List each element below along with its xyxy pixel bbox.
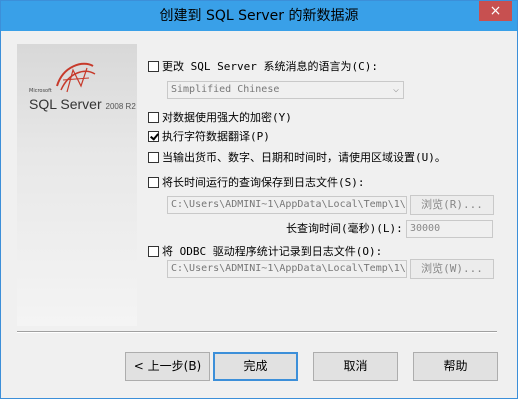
char-translation-checkbox[interactable] xyxy=(148,131,159,142)
window-title: 创建到 SQL Server 的新数据源 xyxy=(159,8,359,24)
log-odbc-stats-label: 将 ODBC 驱动程序统计记录到日志文件(O): xyxy=(162,245,383,258)
long-query-time-field[interactable]: 30000 xyxy=(406,220,493,238)
strong-encryption-label: 对数据使用强大的加密(Y) xyxy=(162,111,292,124)
save-long-queries-option[interactable]: 将长时间运行的查询保存到日志文件(S): xyxy=(148,174,365,192)
finish-button[interactable]: 完成 xyxy=(213,352,298,381)
long-query-time-label: 长查询时间(毫秒)(L): xyxy=(286,222,403,235)
language-select[interactable]: Simplified Chinese ⌵ xyxy=(167,81,404,99)
product-logo-panel: Microsoft SQL Server 2008 R2 xyxy=(17,44,137,326)
save-long-queries-label: 将长时间运行的查询保存到日志文件(S): xyxy=(162,176,365,189)
logo-product: SQL Server 2008 R2 xyxy=(29,96,136,112)
language-select-value: Simplified Chinese xyxy=(171,84,280,95)
cancel-button[interactable]: 取消 xyxy=(313,352,398,381)
log-odbc-stats-option[interactable]: 将 ODBC 驱动程序统计记录到日志文件(O): xyxy=(148,243,382,261)
logo-version: 2008 R2 xyxy=(105,102,136,111)
sql-server-logo-icon xyxy=(56,62,96,93)
change-language-label: 更改 SQL Server 系统消息的语言为(C): xyxy=(162,60,378,73)
change-language-checkbox[interactable] xyxy=(148,61,159,72)
char-translation-option[interactable]: 执行字符数据翻译(P) xyxy=(148,128,270,146)
char-translation-label: 执行字符数据翻译(P) xyxy=(162,130,270,143)
change-language-option[interactable]: 更改 SQL Server 系统消息的语言为(C): xyxy=(148,58,378,76)
odbc-stats-log-path-field[interactable]: C:\Users\ADMINI~1\AppData\Local\Temp\1\ xyxy=(167,260,407,278)
strong-encryption-option[interactable]: 对数据使用强大的加密(Y) xyxy=(148,109,292,127)
long-query-log-path-field[interactable]: C:\Users\ADMINI~1\AppData\Local\Temp\1\ xyxy=(167,196,407,214)
browse-odbc-stats-button[interactable]: 浏览(W)... xyxy=(410,259,494,279)
logo-product-name: SQL Server xyxy=(29,96,102,112)
back-button[interactable]: < 上一步(B) xyxy=(125,352,210,381)
close-button[interactable]: × xyxy=(479,1,512,21)
browse-long-query-button[interactable]: 浏览(R)... xyxy=(410,195,494,215)
regional-settings-checkbox[interactable] xyxy=(148,152,159,163)
save-long-queries-checkbox[interactable] xyxy=(148,177,159,188)
regional-settings-label: 当输出货币、数字、日期和时间时，请使用区域设置(U)。 xyxy=(162,151,446,164)
dialog-window: 创建到 SQL Server 的新数据源 × Microsoft SQL Ser… xyxy=(0,0,518,399)
log-odbc-stats-checkbox[interactable] xyxy=(148,246,159,257)
chevron-down-icon: ⌵ xyxy=(392,84,399,95)
help-button[interactable]: 帮助 xyxy=(413,352,498,381)
logo-vendor: Microsoft xyxy=(29,88,52,94)
regional-settings-option[interactable]: 当输出货币、数字、日期和时间时，请使用区域设置(U)。 xyxy=(148,149,446,167)
strong-encryption-checkbox[interactable] xyxy=(148,112,159,123)
title-bar: 创建到 SQL Server 的新数据源 × xyxy=(1,1,517,31)
button-divider xyxy=(17,331,497,333)
